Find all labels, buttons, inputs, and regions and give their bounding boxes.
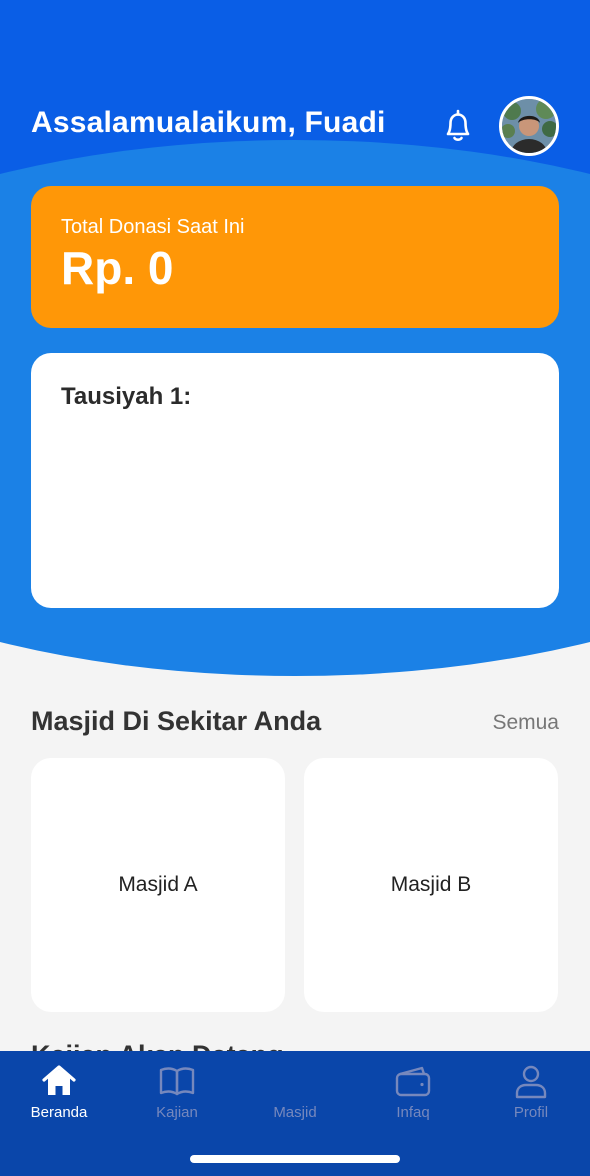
mosque-name: Masjid B [390,873,472,896]
profile-icon [515,1065,547,1099]
mosque-card[interactable]: Masjid A [31,758,285,1012]
mosque-icon [276,1062,314,1100]
see-all-link[interactable]: Semua [492,711,559,735]
tausiyah-card[interactable]: Tausiyah 1: [31,353,559,608]
user-avatar[interactable] [499,96,559,156]
greeting-title: Assalamualaikum, Fuadi [31,106,386,139]
nearby-mosque-title: Masjid Di Sekitar Anda [31,706,322,736]
nav-item-masjid[interactable]: Masjid [236,1051,354,1141]
nav-label: Infaq [396,1104,430,1121]
home-indicator[interactable] [190,1155,400,1163]
nav-item-beranda[interactable]: Beranda [0,1051,118,1141]
nav-item-kajian[interactable]: Kajian [118,1051,236,1141]
nav-label: Masjid [273,1104,317,1121]
nav-label: Beranda [30,1104,88,1121]
mosque-name: Masjid A [118,873,198,896]
home-screen: Assalamualaikum, Fuadi Total Donasi Saat… [0,0,590,1176]
nav-item-infaq[interactable]: Infaq [354,1051,472,1141]
donation-amount: Rp. 0 [61,242,174,294]
nav-label: Profil [513,1104,549,1121]
wallet-icon [395,1066,431,1097]
donation-label: Total Donasi Saat Ini [61,216,245,238]
nav-label: Kajian [156,1104,198,1121]
bell-icon[interactable] [438,106,478,146]
book-icon [159,1067,195,1096]
mosque-card[interactable]: Masjid B [304,758,558,1012]
home-icon [42,1065,76,1095]
donation-card[interactable]: Total Donasi Saat Ini Rp. 0 [31,186,559,328]
tausiyah-title: Tausiyah 1: [61,383,192,410]
nav-item-profil[interactable]: Profil [472,1051,590,1141]
